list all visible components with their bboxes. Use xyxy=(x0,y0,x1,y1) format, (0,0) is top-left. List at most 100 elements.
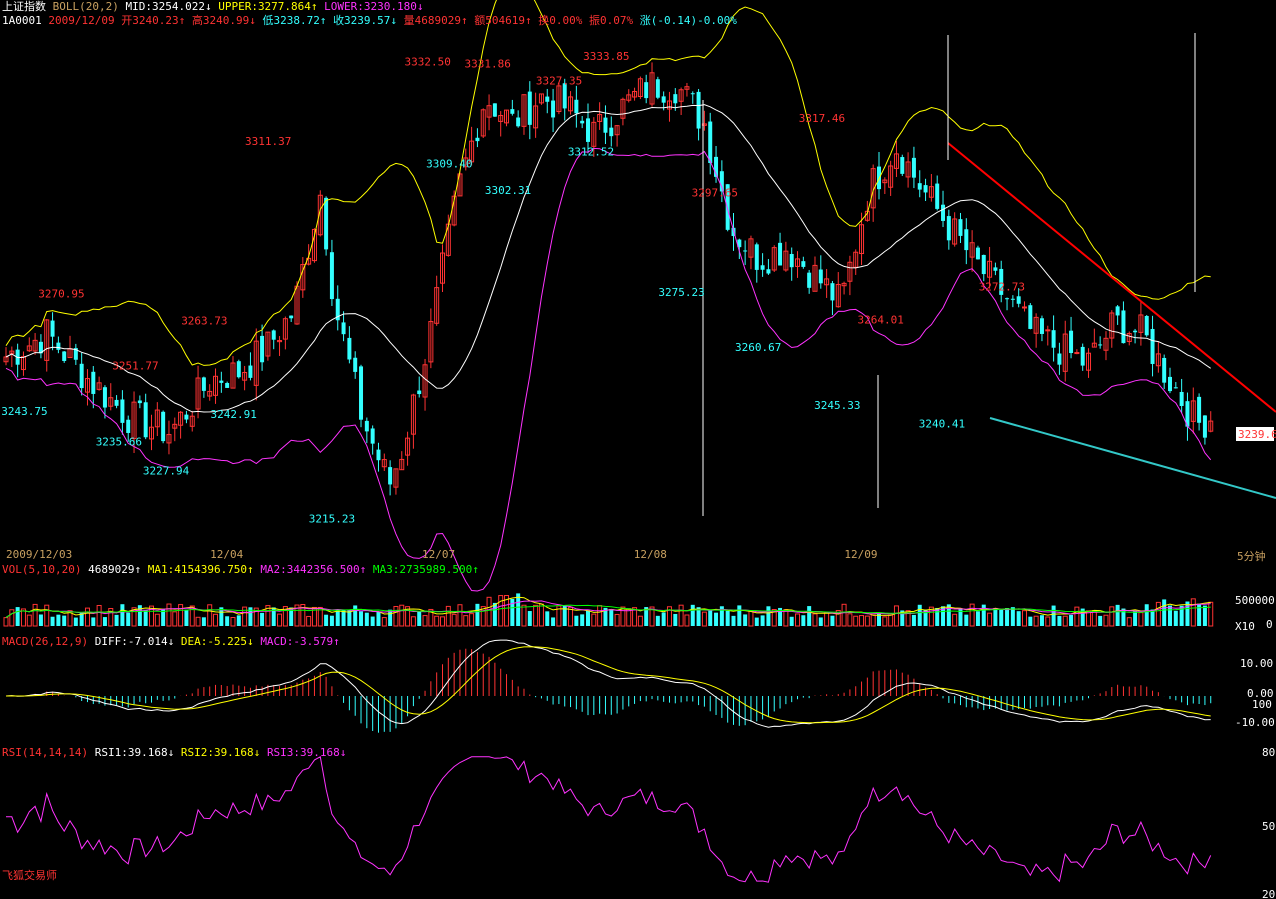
volume-bar xyxy=(1051,605,1056,626)
candle-body xyxy=(1045,329,1051,332)
volume-bar xyxy=(527,611,532,626)
candle-body xyxy=(492,103,497,117)
candle-body xyxy=(102,387,107,408)
candle-body xyxy=(79,363,84,389)
volume-bar xyxy=(737,605,742,626)
candle-body xyxy=(935,183,940,209)
volume-bar xyxy=(911,614,916,626)
volume-bar xyxy=(1057,615,1062,626)
vol-ma2: MA2:3442356.500↑ xyxy=(260,563,367,576)
volume-bar xyxy=(376,611,381,626)
candle-body xyxy=(120,399,125,423)
low-annotation: 3215.23 xyxy=(309,512,355,525)
volume-bar xyxy=(801,615,806,626)
rsi-rsi2: RSI2:39.168↓ xyxy=(180,746,261,759)
low-annotation: 3235.66 xyxy=(96,435,142,448)
volume-bar xyxy=(370,616,375,626)
candle-body xyxy=(1133,330,1138,333)
candle-body xyxy=(830,283,835,301)
macd-diff: DIFF:-7.014↓ xyxy=(94,635,175,648)
volume-bar xyxy=(1185,601,1190,626)
candle-body xyxy=(126,419,131,433)
candle-body xyxy=(388,467,393,485)
high-annotation: 3332.50 xyxy=(404,55,450,68)
candle-body xyxy=(161,411,166,442)
volume-bar xyxy=(754,617,759,626)
candle-body xyxy=(324,197,329,250)
candle-body xyxy=(114,399,119,406)
volume-bar xyxy=(1144,604,1149,626)
vol-axis-zero: 0 xyxy=(1266,618,1273,631)
low-annotation: 3309.40 xyxy=(426,157,472,170)
low-annotation: 3243.75 xyxy=(1,405,47,418)
candle-body xyxy=(993,267,998,271)
candle-body xyxy=(946,216,951,241)
candle-body xyxy=(475,137,480,142)
candle-body xyxy=(1179,391,1184,406)
volume-bar xyxy=(766,606,771,626)
volume-bar xyxy=(417,611,422,626)
volume-bar xyxy=(364,612,369,626)
volume-bar xyxy=(161,609,166,626)
candle-body xyxy=(900,157,905,174)
volume-bar xyxy=(673,613,678,626)
candle-body xyxy=(219,380,224,383)
high-annotation: 3264.01 xyxy=(857,313,903,326)
volume-bar xyxy=(341,610,346,626)
volume-bar xyxy=(1016,611,1021,626)
candle-body xyxy=(376,449,381,461)
volume-bar xyxy=(562,605,567,626)
candle-body xyxy=(62,351,67,361)
quote-change: 涨(-0.14)-0.00% xyxy=(639,14,737,27)
volume-bar xyxy=(655,615,660,626)
candle-body xyxy=(975,247,980,260)
candle-body xyxy=(364,420,369,432)
volume-bar xyxy=(50,616,55,626)
candle-body xyxy=(754,244,759,270)
volume-bar xyxy=(324,614,329,626)
candle-body xyxy=(184,414,189,420)
candle-body xyxy=(201,377,206,391)
candle-body xyxy=(609,127,614,137)
volume-bar xyxy=(818,617,823,626)
candle-body xyxy=(778,242,783,266)
candle-body xyxy=(1173,387,1178,389)
high-annotation: 3327.35 xyxy=(536,75,582,88)
candle-body xyxy=(760,265,765,270)
rsi-header: RSI(14,14,14) RSI1:39.168↓ RSI2:39.168↓ … xyxy=(2,746,346,759)
macd-dea: DEA:-5.225↓ xyxy=(180,635,254,648)
candle-body xyxy=(743,250,748,252)
candle-body xyxy=(353,357,358,372)
volume-bar xyxy=(91,617,96,626)
candle-body xyxy=(1069,330,1074,354)
candle-body xyxy=(818,269,823,284)
volume-bar xyxy=(789,616,794,626)
candle-body xyxy=(91,371,96,394)
low-annotation: 3242.91 xyxy=(211,408,257,421)
candle-body xyxy=(1028,305,1033,329)
volume-bar xyxy=(353,605,358,626)
low-annotation: 3312.52 xyxy=(568,146,614,159)
stock-chart[interactable]: 3239.6 3270.95 3251.77 3263.73 3311.37 3332.… xyxy=(0,0,1276,899)
candle-body xyxy=(580,120,585,124)
low-annotation: 3240.41 xyxy=(919,417,965,430)
volume-bar xyxy=(830,615,835,626)
candle-body xyxy=(1197,396,1202,423)
volume-bar xyxy=(975,611,980,626)
quote-open: 开3240.23↑ xyxy=(121,14,186,27)
index-name: 上证指数 xyxy=(2,0,46,13)
volume-bar xyxy=(335,609,340,626)
watermark: 飞狐交易师 xyxy=(2,869,57,882)
candle-body xyxy=(1115,306,1120,316)
volume-bar xyxy=(743,614,748,626)
volume-bar xyxy=(609,609,614,626)
volume-bar xyxy=(1133,611,1138,626)
volume-bar xyxy=(725,610,730,626)
volume-bar xyxy=(225,616,230,626)
vol-axis-top: 500000 xyxy=(1235,594,1275,607)
candle-body xyxy=(1098,344,1103,346)
boll-mid: MID:3254.022↓ xyxy=(125,0,212,13)
volume-bar xyxy=(329,615,334,626)
period-label: 5分钟 xyxy=(1237,549,1266,563)
candle-body xyxy=(1168,376,1172,392)
